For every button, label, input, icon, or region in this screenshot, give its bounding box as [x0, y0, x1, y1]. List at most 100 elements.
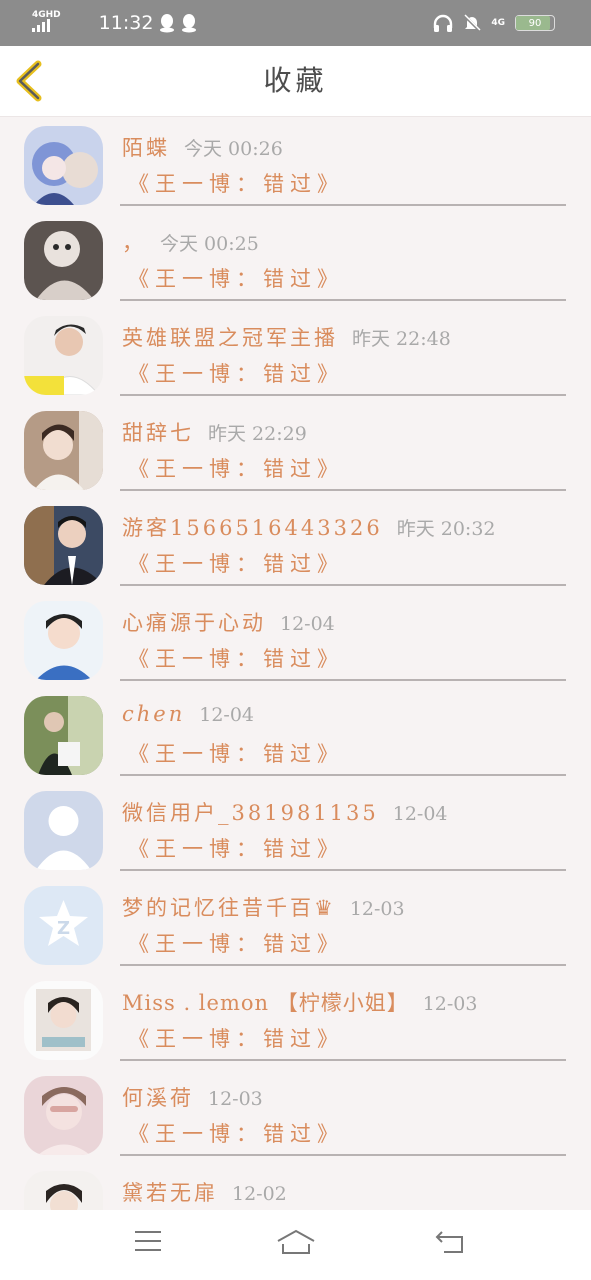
- navigation-bar: [0, 1210, 591, 1280]
- avatar: [24, 696, 103, 775]
- divider: [120, 584, 566, 586]
- avatar: [24, 981, 103, 1060]
- divider: [120, 774, 566, 776]
- divider: [120, 869, 566, 871]
- page-title: 收藏: [263, 64, 328, 97]
- menu-button[interactable]: [133, 1228, 163, 1258]
- item-time: 12-02: [232, 1183, 287, 1205]
- item-time: 12-04: [280, 613, 335, 635]
- menu-icon: [135, 1231, 161, 1251]
- list-item[interactable]: 英雄联盟之冠军主播 昨天 22:48 《王一博：错过》: [0, 308, 591, 403]
- status-left: 4GHD 11:32: [32, 0, 197, 46]
- divider: [120, 1059, 566, 1061]
- back-icon: [435, 1231, 463, 1253]
- home-button[interactable]: [276, 1228, 316, 1260]
- battery-level: 90: [528, 17, 542, 29]
- item-header: 心痛源于心动 12-04: [122, 607, 335, 637]
- item-content: 《王一博：错过》: [128, 457, 344, 481]
- user-name: 甜辞七: [122, 421, 194, 445]
- avatar: [24, 791, 103, 870]
- item-header: 梦的记忆往昔千百♛ 12-03: [122, 892, 405, 922]
- item-time: 12-04: [199, 704, 255, 726]
- item-header: 微信用户_381981135 12-04: [122, 797, 448, 827]
- item-header: 游客1566516443326 昨天 20:32: [122, 512, 496, 542]
- title-bar: 收藏: [0, 46, 591, 117]
- item-time: 昨天 22:48: [352, 328, 451, 350]
- avatar: [24, 601, 103, 680]
- clock: 11:32: [98, 12, 154, 34]
- item-content: 《王一博：错过》: [128, 552, 344, 576]
- item-time: 今天 00:26: [184, 138, 283, 160]
- list-item[interactable]: ， 今天 00:25 《王一博：错过》: [0, 213, 591, 308]
- svg-text:Z: Z: [57, 918, 70, 939]
- divider: [120, 679, 566, 681]
- avatar: Z: [24, 886, 103, 965]
- status-bar: 4GHD 11:32 4G 90: [0, 0, 591, 46]
- signal-icon: [32, 18, 50, 32]
- user-name: 陌蝶: [122, 136, 170, 160]
- item-time: 昨天 22:29: [208, 423, 307, 445]
- item-time: 12-04: [392, 803, 448, 825]
- list-item[interactable]: chen 12-04 《王一博：错过》: [0, 688, 591, 783]
- item-header: 黛若无扉 12-02: [122, 1177, 287, 1207]
- headphones-icon: [434, 14, 453, 32]
- list-item[interactable]: Z 梦的记忆往昔千百♛ 12-03 《王一博：错过》: [0, 878, 591, 973]
- divider: [120, 1154, 566, 1156]
- avatar: [24, 316, 103, 395]
- list-item[interactable]: 陌蝶 今天 00:26 《王一博：错过》: [0, 118, 591, 213]
- item-content: 《王一博：错过》: [128, 267, 344, 291]
- item-content: 《王一博：错过》: [128, 172, 344, 196]
- item-header: 甜辞七 昨天 22:29: [122, 417, 307, 447]
- list-item[interactable]: 黛若无扉 12-02: [0, 1163, 591, 1210]
- home-icon: [277, 1229, 315, 1254]
- item-time: 12-03: [208, 1088, 263, 1110]
- list-item[interactable]: 微信用户_381981135 12-04 《王一博：错过》: [0, 783, 591, 878]
- user-name: 英雄联盟之冠军主播: [122, 326, 338, 350]
- back-nav-button[interactable]: [434, 1228, 466, 1260]
- network-4g: 4G: [491, 18, 505, 28]
- item-header: ， 今天 00:25: [122, 227, 259, 257]
- avatar: [24, 1076, 103, 1155]
- divider: [120, 204, 566, 206]
- divider: [120, 299, 566, 301]
- user-name: 黛若无扉: [122, 1181, 218, 1205]
- qq-icon: [160, 14, 175, 33]
- item-content: 《王一博：错过》: [128, 837, 344, 861]
- item-content: 《王一博：错过》: [128, 1027, 344, 1051]
- item-content: 《王一博：错过》: [128, 742, 344, 766]
- user-name: 何溪荷: [122, 1086, 194, 1110]
- user-name: ，: [122, 231, 146, 255]
- item-content: 《王一博：错过》: [128, 362, 344, 386]
- item-header: chen 12-04: [122, 702, 254, 726]
- divider: [120, 964, 566, 966]
- item-header: 何溪荷 12-03: [122, 1082, 263, 1112]
- user-name: 游客1566516443326: [122, 516, 383, 540]
- item-header: Miss . lemon 【柠檬小姐】 12-03: [122, 987, 477, 1017]
- user-name: 心痛源于心动: [122, 611, 266, 635]
- divider: [120, 394, 566, 396]
- status-right: 4G 90: [433, 0, 555, 46]
- divider: [120, 489, 566, 491]
- user-name: 梦的记忆往昔千百♛: [122, 896, 336, 920]
- avatar: [24, 221, 103, 300]
- battery-icon: 90: [515, 15, 555, 31]
- favorites-list: 陌蝶 今天 00:26 《王一博：错过》 ， 今天 00:25 《王一博：错过》 英…: [0, 118, 591, 1210]
- list-item[interactable]: 甜辞七 昨天 22:29 《王一博：错过》: [0, 403, 591, 498]
- user-name: 微信用户_381981135: [122, 801, 379, 825]
- user-name: chen: [122, 702, 186, 726]
- item-header: 英雄联盟之冠军主播 昨天 22:48: [122, 322, 451, 352]
- item-content: 《王一博：错过》: [128, 932, 344, 956]
- item-time: 昨天 20:32: [396, 518, 496, 540]
- item-time: 12-03: [422, 993, 478, 1015]
- list-item[interactable]: 心痛源于心动 12-04 《王一博：错过》: [0, 593, 591, 688]
- item-header: 陌蝶 今天 00:26: [122, 132, 283, 162]
- item-content: 《王一博：错过》: [128, 1122, 344, 1146]
- avatar: [24, 411, 103, 490]
- avatar: [24, 126, 103, 205]
- avatar: [24, 1171, 103, 1210]
- list-item[interactable]: Miss . lemon 【柠檬小姐】 12-03 《王一博：错过》: [0, 973, 591, 1068]
- user-name: Miss . lemon 【柠檬小姐】: [122, 991, 409, 1015]
- list-item[interactable]: 游客1566516443326 昨天 20:32 《王一博：错过》: [0, 498, 591, 593]
- list-item[interactable]: 何溪荷 12-03 《王一博：错过》: [0, 1068, 591, 1163]
- item-content: 《王一博：错过》: [128, 647, 344, 671]
